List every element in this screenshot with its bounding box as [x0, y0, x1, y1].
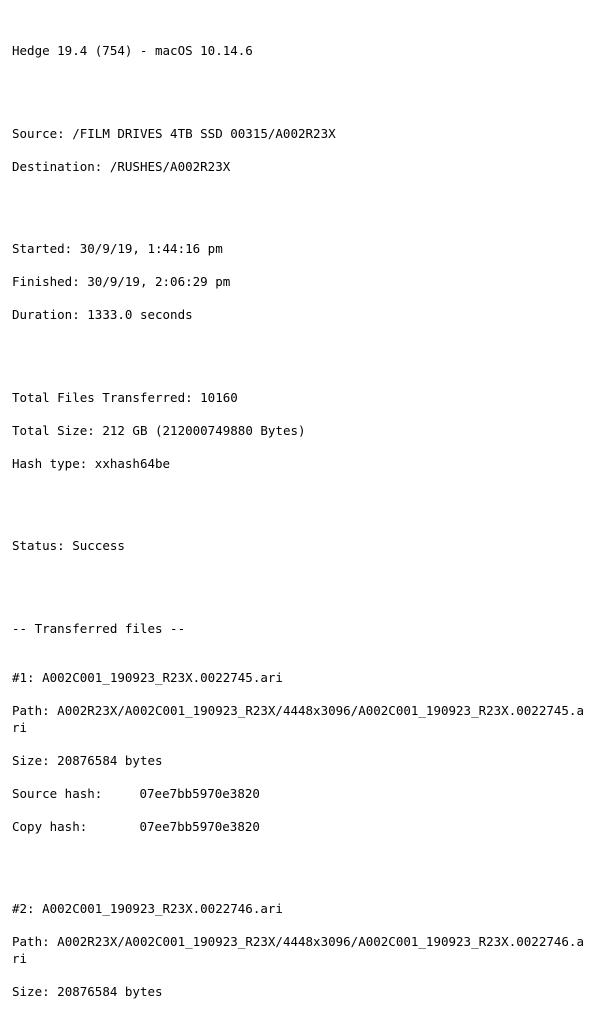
file-src-hash-label: Source hash:	[12, 786, 140, 803]
destination-value: /RUSHES/A002R23X	[110, 159, 230, 174]
blank	[12, 489, 588, 506]
file-index-label: #1:	[12, 670, 35, 685]
file-name: A002C001_190923_R23X.0022745.ari	[42, 670, 283, 685]
status-line: Status: Success	[12, 538, 588, 555]
total-size-label: Total Size:	[12, 423, 95, 438]
blank	[12, 76, 588, 93]
app-line: Hedge 19.4 (754) - macOS 10.14.6	[12, 43, 588, 60]
destination-line: Destination: /RUSHES/A002R23X	[12, 159, 588, 176]
file-size-line: Size: 20876584 bytes	[12, 753, 588, 770]
duration-line: Duration: 1333.0 seconds	[12, 307, 588, 324]
file-path-value: A002R23X/A002C001_190923_R23X/4448x3096/…	[12, 703, 584, 735]
file-path-line: Path: A002R23X/A002C001_190923_R23X/4448…	[12, 934, 588, 967]
source-label: Source:	[12, 126, 65, 141]
file-index-label: #2:	[12, 901, 35, 916]
hash-type-label: Hash type:	[12, 456, 87, 471]
finished-value: 30/9/19, 2:06:29 pm	[87, 274, 230, 289]
file-size-line: Size: 20876584 bytes	[12, 984, 588, 1001]
file-entry-header: #2: A002C001_190923_R23X.0022746.ari	[12, 901, 588, 918]
file-size-value: 20876584 bytes	[57, 984, 162, 999]
started-value: 30/9/19, 1:44:16 pm	[80, 241, 223, 256]
status-label: Status:	[12, 538, 65, 553]
total-files-line: Total Files Transferred: 10160	[12, 390, 588, 407]
finished-label: Finished:	[12, 274, 80, 289]
file-path-label: Path:	[12, 703, 50, 718]
file-name: A002C001_190923_R23X.0022746.ari	[42, 901, 283, 916]
finished-line: Finished: 30/9/19, 2:06:29 pm	[12, 274, 588, 291]
total-size-line: Total Size: 212 GB (212000749880 Bytes)	[12, 423, 588, 440]
started-label: Started:	[12, 241, 72, 256]
total-files-value: 10160	[200, 390, 238, 405]
section-title: -- Transferred files --	[12, 621, 588, 638]
blank	[12, 192, 588, 209]
log-document: Hedge 19.4 (754) - macOS 10.14.6 Source:…	[0, 0, 600, 1016]
total-size-value: 212 GB (212000749880 Bytes)	[102, 423, 305, 438]
file-size-label: Size:	[12, 753, 50, 768]
duration-label: Duration:	[12, 307, 80, 322]
source-value: /FILM DRIVES 4TB SSD 00315/A002R23X	[72, 126, 335, 141]
file-size-value: 20876584 bytes	[57, 753, 162, 768]
hash-type-line: Hash type: xxhash64be	[12, 456, 588, 473]
file-size-label: Size:	[12, 984, 50, 999]
file-entry-header: #1: A002C001_190923_R23X.0022745.ari	[12, 670, 588, 687]
file-src-hash-value: 07ee7bb5970e3820	[140, 786, 260, 801]
file-path-label: Path:	[12, 934, 50, 949]
file-copy-hash-line: Copy hash:07ee7bb5970e3820	[12, 819, 588, 836]
duration-value: 1333.0 seconds	[87, 307, 192, 322]
blank	[12, 571, 588, 588]
destination-label: Destination:	[12, 159, 102, 174]
file-path-value: A002R23X/A002C001_190923_R23X/4448x3096/…	[12, 934, 584, 966]
source-line: Source: /FILM DRIVES 4TB SSD 00315/A002R…	[12, 126, 588, 143]
file-copy-hash-value: 07ee7bb5970e3820	[140, 819, 260, 834]
file-src-hash-line: Source hash:07ee7bb5970e3820	[12, 786, 588, 803]
blank	[12, 340, 588, 357]
started-line: Started: 30/9/19, 1:44:16 pm	[12, 241, 588, 258]
file-path-line: Path: A002R23X/A002C001_190923_R23X/4448…	[12, 703, 588, 736]
blank	[12, 852, 588, 869]
file-copy-hash-label: Copy hash:	[12, 819, 140, 836]
hash-type-value: xxhash64be	[95, 456, 170, 471]
total-files-label: Total Files Transferred:	[12, 390, 193, 405]
status-value: Success	[72, 538, 125, 553]
